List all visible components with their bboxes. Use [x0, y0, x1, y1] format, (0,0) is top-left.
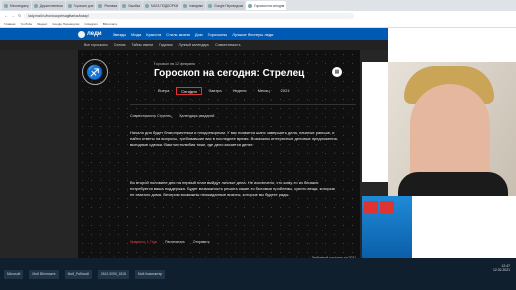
bookmark-item[interactable]: YouTube	[20, 22, 32, 26]
sub-menu-item[interactable]: Совместимость	[215, 43, 240, 47]
bookmark-item[interactable]: Instagram	[84, 22, 97, 26]
tab-label: Google Переводчик	[214, 3, 244, 8]
site-menu-item[interactable]: Звезды	[113, 32, 127, 37]
browser-tab[interactable]: Мессенджер	[2, 1, 31, 10]
actions-row: Нравится: 1,7тыс Распечатать Отправить	[130, 240, 210, 244]
oreo-ad[interactable]	[362, 196, 412, 258]
bookmark-item[interactable]: ВКонтакте	[103, 22, 117, 26]
bookmark-item[interactable]: Главная	[4, 22, 15, 26]
bookmarks-bar: Главная YouTube Яндекс Google Переводчик Ins…	[0, 20, 516, 28]
browser-tab[interactable]: Гороскоп на сегодня	[246, 1, 287, 10]
favicon-icon	[4, 3, 8, 8]
tab-label: Мессенджер	[10, 3, 29, 8]
period-tab[interactable]: Месяц	[254, 87, 274, 95]
ad-tile	[380, 201, 394, 213]
taskbar: Microsoft Мой ВКонтакте Мой_Рабочий 2612-00…	[0, 258, 516, 290]
grid-icon[interactable]: ▦	[332, 67, 342, 77]
favicon-icon	[208, 3, 213, 8]
tab-label: МАГА ПОДБОРКИ	[151, 3, 179, 8]
forward-icon[interactable]: →	[11, 13, 15, 18]
period-tab[interactable]: Вчера	[154, 87, 173, 95]
period-tabs: Вчера Сегодня Завтра Неделя Месяц 2021	[154, 87, 294, 95]
horoscope-paragraph-2: Во второй половине дня на первый план вы…	[130, 180, 335, 197]
site-header: леди Звезды Мода Красота Стиль жизни Дом Горо…	[0, 28, 388, 40]
page-title: Гороскоп на сегодня: Стрелец	[154, 68, 305, 79]
site-menu-item[interactable]: Дом	[195, 32, 203, 37]
favicon-icon	[33, 3, 38, 8]
site-menu-item[interactable]: Мода	[131, 32, 141, 37]
webcam-overlay	[388, 62, 516, 196]
browser-tab-bar: Мессенджер Дружественная Гороскоп для Рекла…	[0, 0, 516, 11]
bookmark-item[interactable]: Яндекс	[37, 22, 47, 26]
reload-icon[interactable]: ↻	[18, 13, 21, 18]
taskbar-item[interactable]: Мой ВКонтакте	[29, 269, 59, 279]
favicon-icon	[122, 3, 127, 8]
site-logo[interactable]: леди	[78, 30, 102, 38]
sub-menu-item[interactable]: Гадания	[159, 43, 172, 47]
taskbar-item[interactable]: Мой_Рабочий	[64, 269, 92, 279]
tab-label: Instagram	[189, 3, 204, 8]
ad-banner[interactable]	[362, 62, 388, 182]
favicon-icon	[183, 3, 188, 8]
tab-label: Гороскоп на сегодня	[254, 3, 285, 8]
browser-tab[interactable]: Instagram	[181, 1, 206, 10]
tab-label: Реклама	[104, 3, 118, 8]
tab-label: Ошибка	[128, 3, 141, 8]
favicon-icon	[145, 3, 150, 8]
browser-tab[interactable]: Дружественная	[31, 1, 65, 10]
system-clock: 12:47 12.02.2021	[493, 264, 510, 272]
sagittarius-sign-icon: ♐	[82, 59, 108, 85]
period-tab[interactable]: Неделя	[229, 87, 251, 95]
sub-navigation: Все гороскопы Сонник Тайны имени Гадания Лун…	[0, 40, 388, 50]
address-bar: ← → ↻ lady.mail.ru/horoscope/sagittarius…	[0, 11, 516, 20]
browser-tab[interactable]: Google Переводчик	[206, 1, 246, 10]
browser-tab[interactable]: Реклама	[96, 1, 120, 10]
period-tab[interactable]: Завтра	[205, 87, 226, 95]
person-shirt	[398, 172, 508, 196]
left-margin	[0, 50, 78, 258]
ad-tile	[364, 201, 378, 213]
bookmark-item[interactable]: Google Переводчик	[52, 22, 79, 26]
favicon-icon	[67, 3, 72, 8]
sub-menu-item[interactable]: Лунный календарь	[178, 43, 209, 47]
favicon-icon	[98, 3, 103, 8]
sub-menu-item[interactable]: Тайны имени	[132, 43, 154, 47]
tab-label: Гороскоп для	[73, 3, 94, 8]
divider	[130, 104, 356, 105]
site-menu-item[interactable]: Красота	[146, 32, 161, 37]
url-field[interactable]: lady.mail.ru/horoscope/sagittarius/today…	[24, 12, 355, 19]
ad-panel-top	[388, 28, 516, 62]
site-menu-item[interactable]: Стиль жизни	[166, 32, 190, 37]
taskbar-item[interactable]: Microsoft	[4, 269, 24, 279]
tab-label: Дружественная	[39, 3, 63, 8]
back-icon[interactable]: ←	[4, 13, 8, 18]
favicon-icon	[248, 3, 253, 8]
compat-link[interactable]: Совместимость Стрелец	[130, 114, 171, 118]
browser-tab[interactable]: МАГА ПОДБОРКИ	[143, 1, 181, 10]
sub-menu-item[interactable]: Сонник	[114, 43, 126, 47]
period-tab[interactable]: Сегодня	[176, 87, 202, 95]
horoscope-card: ♐ Гороскоп на 12 февраля Гороскоп на сег…	[78, 50, 360, 258]
compat-row: Совместимость Стрелец Календарь свиданий	[130, 114, 214, 118]
action-link[interactable]: Отправить	[193, 240, 210, 244]
period-tab[interactable]: 2021	[277, 87, 294, 95]
action-link[interactable]: Распечатать	[165, 240, 185, 244]
taskbar-item[interactable]: Мой Компьютер	[134, 269, 166, 279]
sub-menu-item[interactable]: Все гороскопы	[84, 43, 108, 47]
date-line: Гороскоп на 12 февраля	[154, 62, 195, 66]
compat-link[interactable]: Календарь свиданий	[179, 114, 214, 118]
action-link[interactable]: Нравится: 1,7тыс	[130, 240, 157, 244]
horoscope-paragraph-1: Начало дня будет благоприятным и плодотв…	[130, 130, 338, 147]
browser-tab[interactable]: Гороскоп для	[65, 1, 96, 10]
browser-tab[interactable]: Ошибка	[120, 1, 143, 10]
site-menu-item[interactable]: Гороскопы	[208, 32, 228, 37]
taskbar-item[interactable]: 2612-0090_1818	[97, 269, 129, 279]
starry-background	[78, 50, 360, 258]
site-menu-item[interactable]: Лучшие блогеры леди	[232, 32, 273, 37]
